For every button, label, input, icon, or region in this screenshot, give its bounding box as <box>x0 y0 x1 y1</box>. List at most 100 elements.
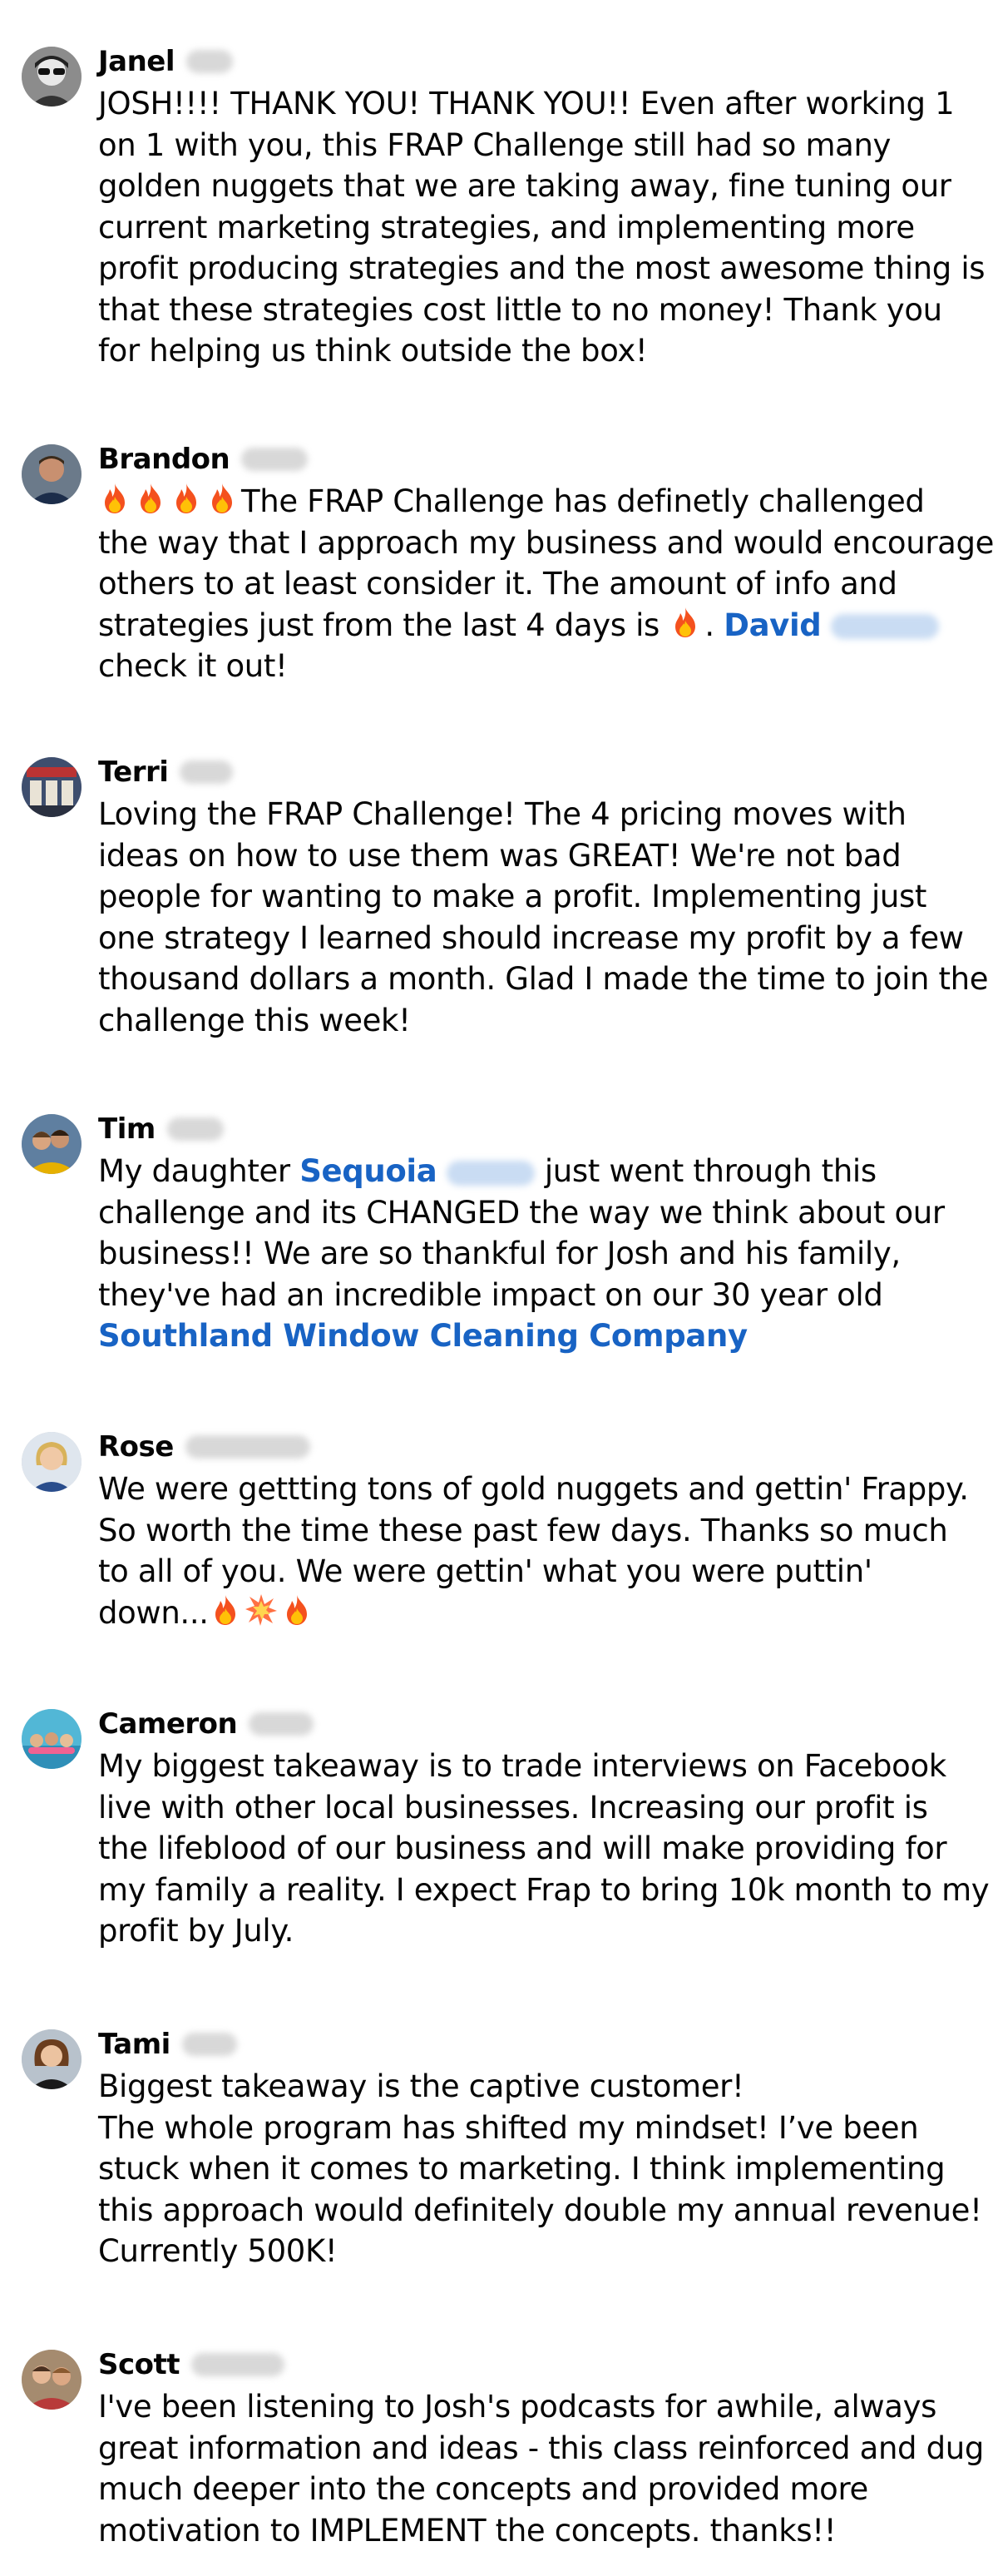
comment-line: thousand dollars a month. Glad I made th… <box>98 961 989 997</box>
comment-line: The FRAP Challenge has definetly challen… <box>98 481 988 523</box>
author-name[interactable]: Scott <box>98 2348 180 2381</box>
author-name[interactable]: Terri <box>98 755 169 789</box>
comment-line: My daughter Sequoia just went through th… <box>98 1151 988 1192</box>
comment-line: challenge this week! <box>98 1002 411 1038</box>
collision-emoji <box>245 1593 278 1627</box>
fire-emoji <box>170 482 203 515</box>
comment-line: I've been listening to Josh's podcasts f… <box>98 2389 937 2425</box>
avatar[interactable] <box>22 444 82 504</box>
comment-line-text: The FRAP Challenge has definetly challen… <box>241 483 925 519</box>
avatar[interactable] <box>22 1432 82 1492</box>
comment-header: Janel <box>98 43 234 80</box>
blurred-surname <box>191 2353 285 2376</box>
comment-line: Currently 500K! <box>98 2233 338 2269</box>
fire-emoji <box>134 482 167 515</box>
blurred-mention-surname <box>831 614 940 639</box>
comment-line-text: strategies just from the last 4 days is <box>98 607 660 643</box>
comment-line: down... <box>98 1593 988 1634</box>
comment-text: JOSH!!!! THANK YOU! THANK YOU!! Even aft… <box>98 83 988 372</box>
comment-line: they've had an incredible impact on our … <box>98 1276 883 1313</box>
comment-line: current marketing strategies, and implem… <box>98 209 915 245</box>
comment-line: the way that I approach my business and … <box>98 524 995 561</box>
comment-line: the lifeblood of our business and will m… <box>98 1830 947 1866</box>
comment-line-text: . <box>704 607 714 643</box>
comment-line: Southland Window Cleaning Company <box>98 1315 988 1357</box>
comment-line: profit by July. <box>98 1913 294 1949</box>
comment-line: JOSH!!!! THANK YOU! THANK YOU!! Even aft… <box>98 86 955 121</box>
blurred-surname <box>241 448 309 471</box>
blurred-surname <box>249 1712 314 1736</box>
comment-line: that these strategies cost little to no … <box>98 291 942 328</box>
comment-header: Rose <box>98 1429 310 1465</box>
comment-line: my family a reality. I expect Frap to br… <box>98 1871 990 1908</box>
comment-text: Biggest takeaway is the captive customer… <box>98 2066 988 2272</box>
comment-header: Cameron <box>98 1706 314 1742</box>
comment-header: Brandon <box>98 441 309 478</box>
author-name[interactable]: Janel <box>98 45 175 78</box>
comment-text: I've been listening to Josh's podcasts f… <box>98 2386 988 2551</box>
comment-line: on 1 with you, this FRAP Challenge still… <box>98 126 892 163</box>
avatar[interactable] <box>22 1709 82 1769</box>
fire-emoji <box>280 1593 314 1627</box>
author-name[interactable]: Rose <box>98 1430 174 1464</box>
mention-link[interactable]: David <box>724 607 822 643</box>
comment-line: for helping us think outside the box! <box>98 333 648 369</box>
comment-line: Biggest takeaway is the captive customer… <box>98 2068 744 2104</box>
fire-emoji <box>209 1593 242 1627</box>
comment-line: challenge and its CHANGED the way we thi… <box>98 1194 945 1231</box>
comment-text: We were gettting tons of gold nuggets an… <box>98 1469 988 1633</box>
comment-line: one strategy I learned should increase m… <box>98 919 964 956</box>
comment-text: The FRAP Challenge has definetly challen… <box>98 481 995 687</box>
blurred-surname <box>180 760 234 784</box>
comment-line-text: down... <box>98 1594 209 1631</box>
fire-emoji <box>669 606 702 639</box>
comment-text: My daughter Sequoia just went through th… <box>98 1151 988 1357</box>
comment-line: stuck when it comes to marketing. I thin… <box>98 2151 946 2187</box>
comment-line: motivation to IMPLEMENT the concepts. th… <box>98 2512 837 2549</box>
comment-line: My biggest takeaway is to trade intervie… <box>98 1748 946 1784</box>
comment-header: Scott <box>98 2346 285 2383</box>
comment-text: Loving the FRAP Challenge! The 4 pricing… <box>98 794 989 1041</box>
comment-line: golden nuggets that we are taking away, … <box>98 168 951 204</box>
avatar[interactable] <box>22 2350 82 2410</box>
blurred-mention-surname <box>447 1160 536 1186</box>
comment-line: check it out! <box>98 648 288 684</box>
author-name[interactable]: Brandon <box>98 443 230 476</box>
comment-line: The whole program has shifted my mindset… <box>98 2109 919 2146</box>
comment-line: business!! We are so thankful for Josh a… <box>98 1236 901 1271</box>
author-name[interactable]: Cameron <box>98 1707 238 1741</box>
blurred-surname <box>185 1435 310 1459</box>
comment-text: My biggest takeaway is to trade intervie… <box>98 1746 990 1952</box>
blurred-surname <box>186 50 234 73</box>
comment-line: great information and ideas - this class… <box>98 2430 984 2466</box>
avatar[interactable] <box>22 47 82 107</box>
comment-line: So worth the time these past few days. T… <box>98 1512 948 1548</box>
avatar[interactable] <box>22 1114 82 1174</box>
comment-line: profit producing strategies and the most… <box>98 250 986 286</box>
avatar[interactable] <box>22 2029 82 2089</box>
comment-header: Tami <box>98 2026 237 2063</box>
author-name[interactable]: Tami <box>98 2028 170 2061</box>
fire-emoji <box>205 482 239 515</box>
page-link[interactable]: Southland Window Cleaning Company <box>98 1318 748 1354</box>
comment-line: much deeper into the concepts and provid… <box>98 2471 868 2507</box>
comment-line: Loving the FRAP Challenge! The 4 pricing… <box>98 796 907 832</box>
comment-line-text: just went through this <box>544 1153 877 1189</box>
comment-line: this approach would definitely double my… <box>98 2192 982 2228</box>
fire-emoji <box>98 482 131 515</box>
comment-line: strategies just from the last 4 days is … <box>98 605 988 646</box>
comment-line: ideas on how to use them was GREAT! We'r… <box>98 837 902 874</box>
comment-line-text: My daughter <box>98 1153 290 1189</box>
comment-line: live with other local businesses. Increa… <box>98 1789 928 1825</box>
comment-line: others to at least consider it. The amou… <box>98 566 897 602</box>
comment-header: Terri <box>98 754 234 790</box>
comment-line: to all of you. We were gettin' what you … <box>98 1553 872 1589</box>
mention-link[interactable]: Sequoia <box>299 1153 437 1189</box>
author-name[interactable]: Tim <box>98 1112 156 1146</box>
blurred-surname <box>166 1117 224 1141</box>
comment-header: Tim <box>98 1111 224 1147</box>
comment-line: We were gettting tons of gold nuggets an… <box>98 1471 969 1507</box>
comment-line: people for wanting to make a profit. Imp… <box>98 879 927 914</box>
avatar[interactable] <box>22 757 82 817</box>
blurred-surname <box>181 2033 237 2056</box>
